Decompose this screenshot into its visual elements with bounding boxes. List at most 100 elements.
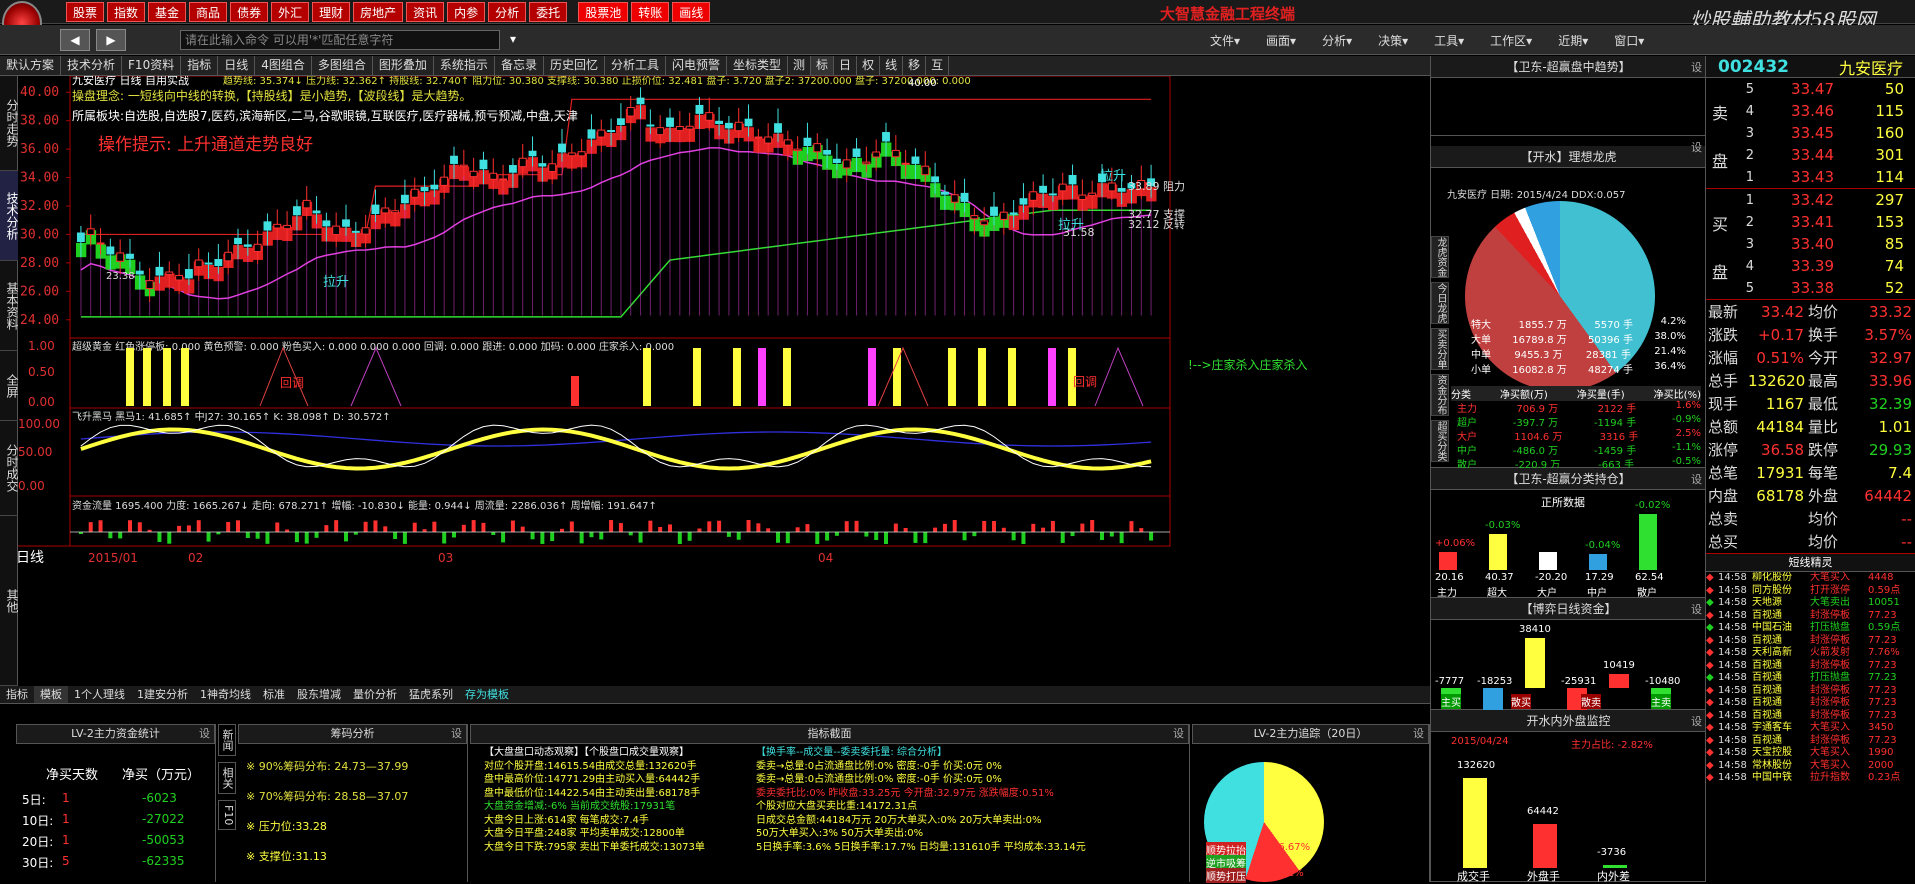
tab-19[interactable]: 移 xyxy=(903,56,927,75)
left-tab-0[interactable]: 分时走势 xyxy=(0,76,19,171)
duanxian-row-1[interactable]: ◆ 14:58 同方股份 打开涨停 0.59点 xyxy=(1706,585,1915,598)
quote-row-0[interactable]: 1 33.42 297 xyxy=(1706,189,1915,211)
left-tab-4[interactable]: 分时成交 xyxy=(0,421,19,516)
game-panel-settings-button[interactable]: 设 xyxy=(1691,601,1702,617)
top-red-btn-1[interactable]: 转账 xyxy=(631,2,670,22)
tab-20[interactable]: 互 xyxy=(926,56,950,75)
quote-row-3[interactable]: 4 33.39 74 xyxy=(1706,255,1915,277)
duanxian-row-6[interactable]: ◆ 14:58 天利高新 火箭发射 7.76% xyxy=(1706,647,1915,660)
holding-panel-settings-button[interactable]: 设 xyxy=(1691,471,1702,487)
top-btn-10[interactable]: 分析 xyxy=(488,2,527,22)
tab-8[interactable]: 系统指示 xyxy=(434,56,495,75)
tab-16[interactable]: 日 xyxy=(834,56,858,75)
longhu-side-tab-1[interactable]: 今日龙虎 xyxy=(1431,282,1449,324)
longhu-side-tab-2[interactable]: 买卖分单 xyxy=(1431,328,1449,370)
lv2-box-settings-button[interactable]: 设 xyxy=(199,725,210,743)
menu-item-1[interactable]: 画面▾ xyxy=(1266,32,1296,49)
left-tab-1[interactable]: 技术分析 xyxy=(0,171,19,261)
top-btn-7[interactable]: 房地产 xyxy=(353,2,404,22)
tab-14[interactable]: 测 xyxy=(788,56,812,75)
duanxian-row-10[interactable]: ◆ 14:58 百视通 封涨停板 77.23 xyxy=(1706,697,1915,710)
chip-box-settings-button[interactable]: 设 xyxy=(451,725,462,743)
back-arrow-icon[interactable]: ◀ xyxy=(60,29,90,51)
quote-row-3[interactable]: 2 33.44 301 xyxy=(1706,144,1915,166)
tab-6[interactable]: 多图组合 xyxy=(312,56,373,75)
quote-row-4[interactable]: 1 33.43 114 xyxy=(1706,166,1915,188)
tab-3[interactable]: 指标 xyxy=(181,56,219,75)
bottom-side-tab-2[interactable]: F10 xyxy=(218,800,236,831)
tab-9[interactable]: 备忘录 xyxy=(495,56,544,75)
quote-row-1[interactable]: 2 33.41 153 xyxy=(1706,211,1915,233)
longhu-side-tab-4[interactable]: 超买分类 xyxy=(1431,420,1449,462)
quote-row-2[interactable]: 3 33.40 85 xyxy=(1706,233,1915,255)
tab-7[interactable]: 图形叠加 xyxy=(373,56,434,75)
top-red-btn-0[interactable]: 股票池 xyxy=(578,2,629,22)
duanxian-row-7[interactable]: ◆ 14:58 百视通 封涨停板 77.23 xyxy=(1706,660,1915,673)
duanxian-row-5[interactable]: ◆ 14:58 百视通 封涨停板 77.23 xyxy=(1706,635,1915,648)
tab-15[interactable]: 标 xyxy=(811,56,835,75)
tab-17[interactable]: 权 xyxy=(857,56,881,75)
duanxian-row-15[interactable]: ◆ 14:58 常林股份 大笔买入 2000 xyxy=(1706,760,1915,773)
top-btn-0[interactable]: 股票 xyxy=(66,2,105,22)
menu-item-2[interactable]: 分析▾ xyxy=(1322,32,1352,49)
top-btn-5[interactable]: 外汇 xyxy=(271,2,310,22)
bottom-side-tab-0[interactable]: 新闻 xyxy=(218,724,236,756)
bottom-tab-3[interactable]: 1建安分析 xyxy=(131,686,194,703)
bottom-tab-5[interactable]: 标准 xyxy=(257,686,291,703)
longhu-side-tab-0[interactable]: 龙虎资金 xyxy=(1431,236,1449,278)
tab-5[interactable]: 4图组合 xyxy=(255,56,312,75)
left-tab-2[interactable]: 基本资料 xyxy=(0,261,19,351)
top-btn-8[interactable]: 资讯 xyxy=(406,2,445,22)
duanxian-row-13[interactable]: ◆ 14:58 百视通 封涨停板 77.23 xyxy=(1706,735,1915,748)
duanxian-row-2[interactable]: ◆ 14:58 天地源 大笔卖出 10051 xyxy=(1706,597,1915,610)
tab-18[interactable]: 线 xyxy=(880,56,904,75)
top-btn-1[interactable]: 指数 xyxy=(107,2,146,22)
forward-arrow-icon[interactable]: ▶ xyxy=(96,29,126,51)
innerouter-panel-settings-button[interactable]: 设 xyxy=(1691,713,1702,729)
duanxian-row-4[interactable]: ◆ 14:58 中国石油 打压抛盘 0.59点 xyxy=(1706,622,1915,635)
duanxian-row-14[interactable]: ◆ 14:58 天宝控股 大笔买入 1990 xyxy=(1706,747,1915,760)
left-tab-3[interactable]: 全屏 xyxy=(0,351,19,421)
top-btn-4[interactable]: 债券 xyxy=(230,2,269,22)
top-btn-9[interactable]: 内参 xyxy=(447,2,486,22)
trend-panel-settings-button[interactable]: 设 xyxy=(1691,59,1702,75)
left-tab-5[interactable]: 其他 xyxy=(0,516,19,686)
top-btn-2[interactable]: 基金 xyxy=(148,2,187,22)
dropdown-icon[interactable]: ▾ xyxy=(510,32,516,46)
longhu-side-tab-3[interactable]: 资金分布 xyxy=(1431,374,1449,416)
command-input[interactable]: 请在此输入命令 可以用'*'匹配任意字符 xyxy=(180,30,500,50)
top-red-btn-2[interactable]: 画线 xyxy=(672,2,711,22)
bottom-tab-7[interactable]: 量价分析 xyxy=(347,686,403,703)
tab-13[interactable]: 坐标类型 xyxy=(727,56,789,75)
menu-item-4[interactable]: 工具▾ xyxy=(1434,32,1464,49)
duanxian-row-9[interactable]: ◆ 14:58 百视通 封涨停板 77.23 xyxy=(1706,685,1915,698)
tab-2[interactable]: F10资料 xyxy=(122,56,182,75)
quote-row-2[interactable]: 3 33.45 160 xyxy=(1706,122,1915,144)
duanxian-row-8[interactable]: ◆ 14:58 百视通 打压抛盘 77.23 xyxy=(1706,672,1915,685)
tab-11[interactable]: 分析工具 xyxy=(605,56,666,75)
menu-item-5[interactable]: 工作区▾ xyxy=(1490,32,1532,49)
bottom-tab-9[interactable]: 存为模板 xyxy=(459,686,515,703)
tab-12[interactable]: 闪电预警 xyxy=(666,56,727,75)
tab-4[interactable]: 日线 xyxy=(218,56,256,75)
duanxian-row-11[interactable]: ◆ 14:58 百视通 封涨停板 77.23 xyxy=(1706,710,1915,723)
tab-10[interactable]: 历史回忆 xyxy=(544,56,605,75)
indicator-box-settings-button[interactable]: 设 xyxy=(1173,725,1184,743)
menu-item-0[interactable]: 文件▾ xyxy=(1210,32,1240,49)
menu-item-7[interactable]: 窗口▾ xyxy=(1614,32,1644,49)
quote-row-1[interactable]: 4 33.46 115 xyxy=(1706,100,1915,122)
top-btn-11[interactable]: 委托 xyxy=(529,2,568,22)
duanxian-row-16[interactable]: ◆ 14:58 中国中铁 拉升指数 0.23点 xyxy=(1706,772,1915,785)
top-btn-6[interactable]: 理财 xyxy=(312,2,351,22)
quote-row-0[interactable]: 5 33.47 50 xyxy=(1706,78,1915,100)
menu-item-3[interactable]: 决策▾ xyxy=(1378,32,1408,49)
bottom-tab-2[interactable]: 1个人理线 xyxy=(68,686,131,703)
bottom-side-tab-1[interactable]: 相关 xyxy=(218,762,236,794)
bottom-tab-0[interactable]: 指标 xyxy=(0,686,34,703)
duanxian-row-12[interactable]: ◆ 14:58 宇通客车 大笔买入 3450 xyxy=(1706,722,1915,735)
duanxian-row-3[interactable]: ◆ 14:58 百视通 封涨停板 77.23 xyxy=(1706,610,1915,623)
bottom-tab-1[interactable]: 模板 xyxy=(34,686,68,703)
lv2track-box-settings-button[interactable]: 设 xyxy=(1413,725,1424,743)
menu-item-6[interactable]: 近期▾ xyxy=(1558,32,1588,49)
top-btn-3[interactable]: 商品 xyxy=(189,2,228,22)
